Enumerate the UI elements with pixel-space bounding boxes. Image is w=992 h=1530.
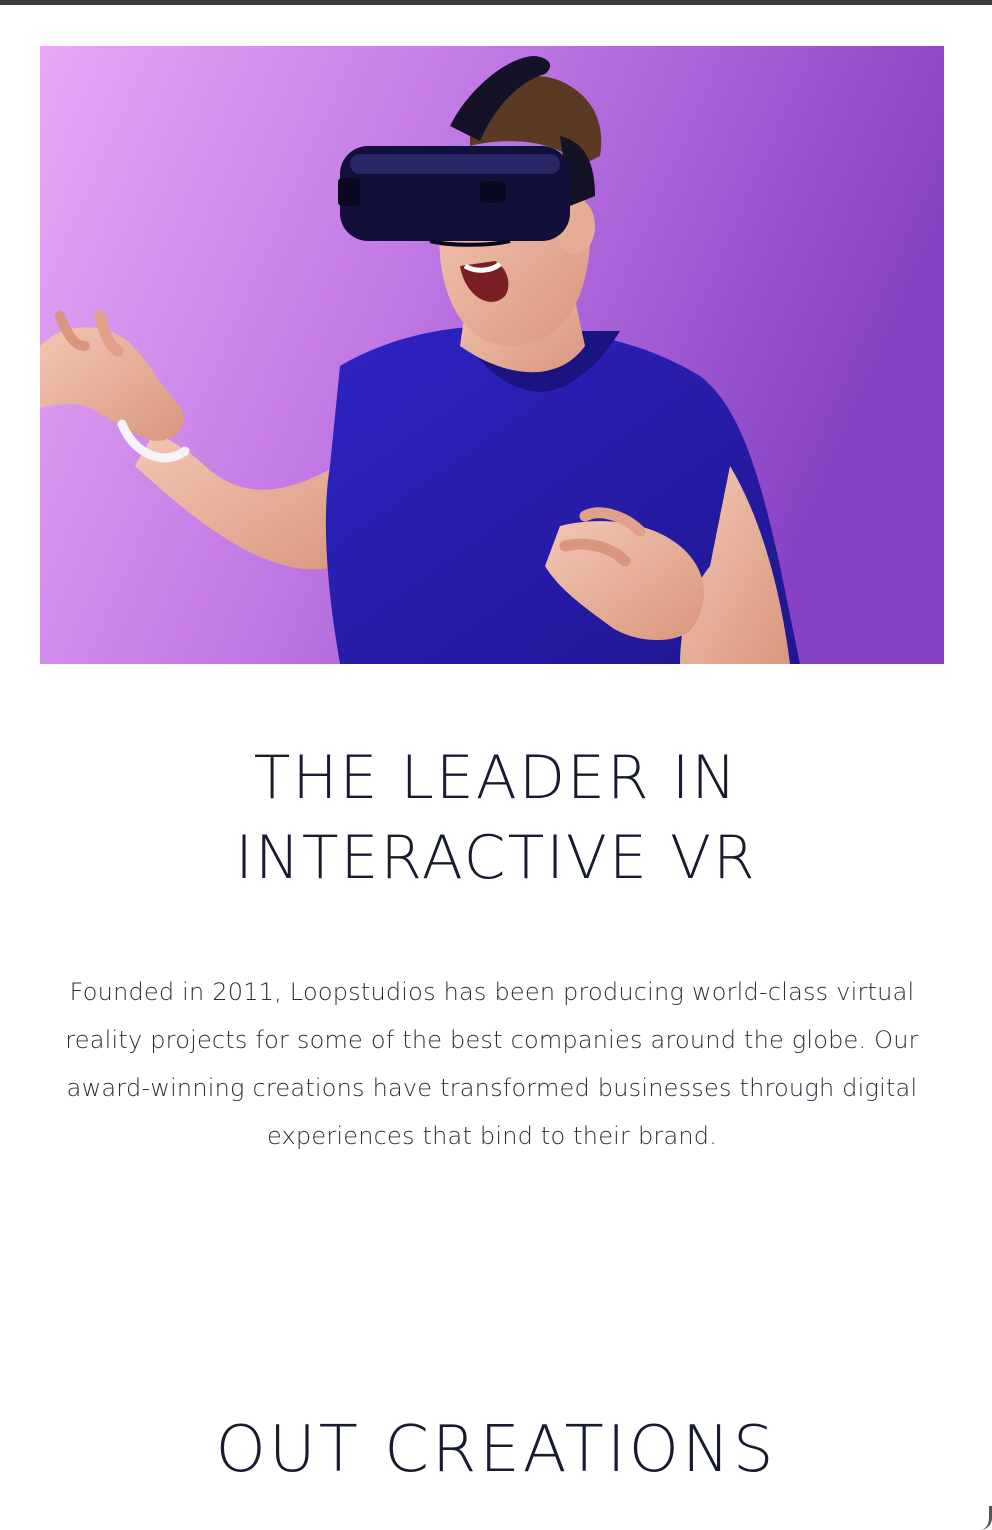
page-corner-decoration — [979, 1506, 992, 1530]
headline-line-2: INTERACTIVE VR — [235, 823, 757, 893]
vr-person-illustration — [40, 46, 944, 664]
intro-paragraph: Founded in 2011, Loopstudios has been pr… — [65, 978, 919, 1150]
headline-line-1: THE LEADER IN — [253, 743, 739, 813]
headline: THE LEADER IN INTERACTIVE VR — [96, 738, 896, 898]
hero-image — [40, 46, 944, 664]
window-top-border — [0, 0, 992, 5]
creations-section-title: OUT CREATIONS — [215, 1413, 777, 1487]
